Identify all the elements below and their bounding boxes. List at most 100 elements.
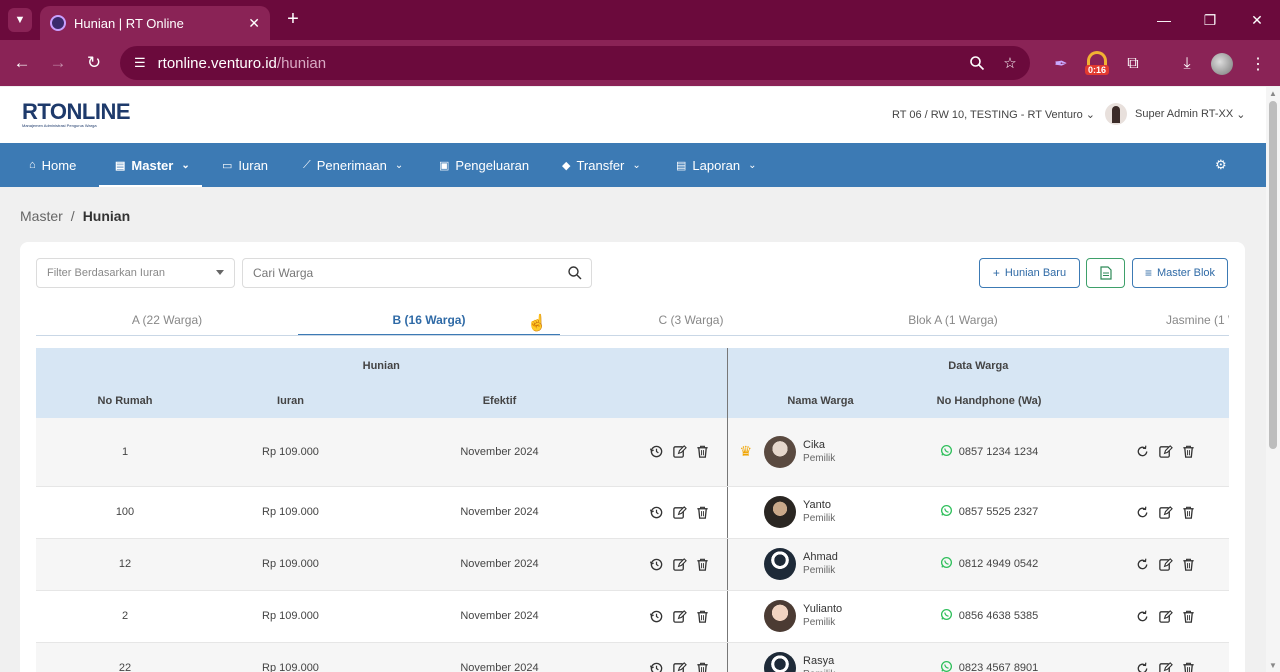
- settings-gear-icon[interactable]: ⚙: [1215, 143, 1227, 187]
- tab-search-icon[interactable]: ▼: [8, 8, 32, 32]
- whatsapp-icon: [940, 444, 953, 460]
- edit-icon[interactable]: [1158, 609, 1173, 624]
- rt-context-selector[interactable]: RT 06 / RW 10, TESTING - RT Venturo ⌄: [892, 108, 1095, 121]
- iuran-filter-select[interactable]: Filter Berdasarkan Iuran: [36, 258, 235, 288]
- trash-icon[interactable]: [695, 444, 710, 459]
- chevron-down-icon: ⌄: [748, 159, 757, 171]
- warga-role: Pemilik: [803, 668, 835, 672]
- nav-penerimaan[interactable]: ⟋ Penerimaan ⌄: [303, 143, 403, 187]
- tab-jasmine[interactable]: Jasmine (1 W: [1084, 304, 1229, 335]
- trash-icon[interactable]: [695, 505, 710, 520]
- reload-icon[interactable]: ↻: [83, 52, 105, 74]
- nav-iuran[interactable]: ▭ Iuran: [222, 143, 268, 187]
- cell-efektif: November 2024: [367, 642, 632, 672]
- timer-extension-icon[interactable]: 0:16: [1085, 51, 1110, 77]
- trash-icon[interactable]: [1181, 661, 1196, 672]
- hunian-card: Filter Berdasarkan Iuran +Hunian Baru ≡M…: [20, 242, 1245, 672]
- forward-icon[interactable]: →: [47, 52, 69, 74]
- trash-icon[interactable]: [695, 609, 710, 624]
- nav-home[interactable]: ⌂ Home: [29, 143, 76, 187]
- warga-info[interactable]: Yulianto Pemilik: [764, 600, 877, 632]
- nav-transfer[interactable]: ◆ Transfer ⌄: [562, 143, 641, 187]
- profile-avatar[interactable]: [1211, 53, 1233, 75]
- tab-blok-c[interactable]: C (3 Warga): [560, 304, 822, 335]
- sync-icon[interactable]: [1135, 557, 1150, 572]
- breadcrumb-parent[interactable]: Master: [20, 208, 63, 224]
- trash-icon[interactable]: [695, 557, 710, 572]
- sync-icon[interactable]: [1135, 505, 1150, 520]
- edit-icon[interactable]: [672, 661, 687, 672]
- nav-laporan[interactable]: ▤ Laporan ⌄: [676, 143, 757, 187]
- export-excel-button[interactable]: [1086, 258, 1125, 288]
- sync-icon[interactable]: [1135, 609, 1150, 624]
- sync-icon[interactable]: [1135, 661, 1150, 672]
- edit-icon[interactable]: [1158, 661, 1173, 672]
- address-bar[interactable]: ☰ rtonline.venturo.id/hunian: [120, 46, 1030, 80]
- tab-blok-b[interactable]: B (16 Warga): [298, 304, 560, 335]
- close-tab-icon[interactable]: ✕: [248, 15, 260, 32]
- table-row: 2 Rp 109.000 November 2024 Yulianto Pemilik 0…: [36, 590, 1230, 643]
- back-icon[interactable]: ←: [11, 52, 33, 74]
- cell-efektif: November 2024: [367, 418, 632, 487]
- history-icon[interactable]: [649, 444, 664, 459]
- bookmark-star-icon[interactable]: ☆: [999, 52, 1021, 74]
- user-menu[interactable]: Super Admin RT-XX ⌄: [1105, 103, 1246, 125]
- history-icon[interactable]: [649, 609, 664, 624]
- edit-icon[interactable]: [672, 609, 687, 624]
- trash-icon[interactable]: [1181, 505, 1196, 520]
- site-info-icon[interactable]: ☰: [134, 55, 146, 71]
- phone-number[interactable]: 0856 4638 5385: [877, 608, 1101, 624]
- add-hunian-button[interactable]: + Hunian Baru: [979, 258, 1080, 288]
- warga-info[interactable]: Yanto Pemilik: [764, 496, 877, 528]
- app-header: RTONLINE Manajemen Administrasi Pengurus…: [0, 87, 1266, 143]
- rtonline-logo[interactable]: RTONLINE Manajemen Administrasi Pengurus…: [22, 99, 131, 128]
- history-icon[interactable]: [649, 505, 664, 520]
- page-scrollbar[interactable]: ▲ ▼: [1266, 87, 1280, 672]
- history-icon[interactable]: [649, 557, 664, 572]
- tab-title: Hunian | RT Online: [74, 15, 184, 31]
- new-tab-icon[interactable]: +: [282, 8, 304, 30]
- edit-icon[interactable]: [1158, 505, 1173, 520]
- download-icon[interactable]: ⤓: [1175, 52, 1199, 76]
- edit-icon[interactable]: [672, 505, 687, 520]
- scrollbar-thumb[interactable]: [1269, 101, 1277, 449]
- edit-icon[interactable]: [1158, 444, 1173, 459]
- whatsapp-icon: [940, 660, 953, 672]
- nav-master[interactable]: ▤ Master ⌄: [99, 143, 202, 187]
- col-efektif: Efektif: [367, 383, 632, 418]
- edit-icon[interactable]: [672, 444, 687, 459]
- phone-number[interactable]: 0812 4949 0542: [877, 556, 1101, 572]
- cell-efektif: November 2024: [367, 590, 632, 643]
- feather-extension-icon[interactable]: ✒: [1049, 52, 1073, 76]
- phone-number[interactable]: 0857 5525 2327: [877, 504, 1101, 520]
- warga-info[interactable]: Cika Pemilik: [764, 435, 877, 468]
- phone-number[interactable]: 0857 1234 1234: [877, 444, 1101, 460]
- cell-iuran: Rp 109.000: [214, 538, 367, 591]
- extensions-puzzle-icon[interactable]: ⧉: [1121, 52, 1145, 76]
- warga-info[interactable]: Ahmad Pemilik: [764, 548, 877, 580]
- close-window-icon[interactable]: ✕: [1247, 10, 1267, 30]
- edit-icon[interactable]: [672, 557, 687, 572]
- search-input[interactable]: [253, 266, 553, 280]
- trash-icon[interactable]: [1181, 609, 1196, 624]
- trash-icon[interactable]: [1181, 557, 1196, 572]
- table-row: 22Rp 109.000November 2024RasyaPemilik082…: [36, 642, 1230, 672]
- tab-blok-a[interactable]: A (22 Warga): [36, 304, 298, 335]
- nav-pengeluaran[interactable]: ▣ Pengeluaran: [439, 143, 529, 187]
- sync-icon[interactable]: [1135, 444, 1150, 459]
- search-icon[interactable]: [567, 265, 583, 281]
- browser-menu-icon[interactable]: ⋮: [1246, 52, 1270, 76]
- restore-icon[interactable]: ❐: [1200, 10, 1220, 30]
- edit-icon[interactable]: [1158, 557, 1173, 572]
- tab-blok-a2[interactable]: Blok A (1 Warga): [822, 304, 1084, 335]
- trash-icon[interactable]: [1181, 444, 1196, 459]
- phone-number[interactable]: 0823 4567 8901: [877, 660, 1101, 672]
- cell-iuran: Rp 109.000: [214, 418, 367, 487]
- browser-tab[interactable]: Hunian | RT Online ✕: [40, 6, 270, 40]
- warga-info[interactable]: RasyaPemilik: [764, 652, 877, 672]
- master-blok-button[interactable]: ≡ Master Blok: [1132, 258, 1228, 288]
- trash-icon[interactable]: [695, 661, 710, 672]
- zoom-icon[interactable]: [966, 52, 988, 74]
- history-icon[interactable]: [649, 661, 664, 672]
- minimize-icon[interactable]: —: [1154, 10, 1174, 30]
